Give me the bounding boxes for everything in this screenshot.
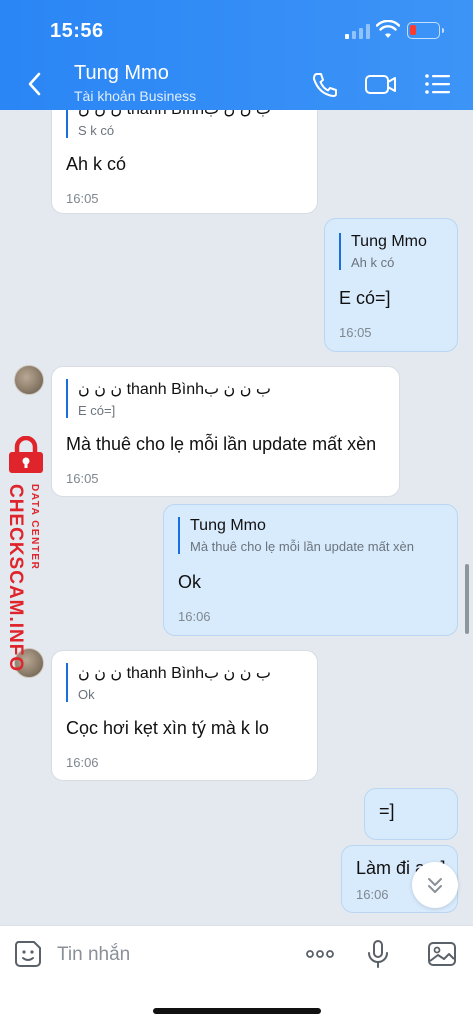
video-call-icon[interactable]	[364, 70, 398, 98]
watermark-sub-text: DATA CENTER	[29, 484, 40, 571]
quote-text: Ah k có	[351, 255, 395, 270]
quote-text: Ok	[78, 687, 95, 702]
message-list[interactable]: ن ن ن thanh Bìnhب ن ن ب S k có Ah k có 1…	[0, 110, 473, 925]
outgoing-message[interactable]: Tung Mmo Mà thuê cho lẹ mỗi lần update m…	[163, 504, 458, 636]
quote-sender: ن ن ن thanh Bìnhب ن ن ب	[78, 381, 271, 398]
message-time: 16:06	[66, 755, 99, 770]
reply-quote[interactable]: ن ن ن thanh Bìnhب ن ن ب E có=]	[66, 379, 385, 418]
incoming-message[interactable]: ن ن ن thanh Bìnhب ن ن ب Ok Cọc hơi kẹt x…	[51, 650, 318, 781]
phone-call-icon[interactable]	[310, 70, 340, 98]
status-time: 15:56	[50, 20, 104, 42]
quote-sender: Tung Mmo	[351, 233, 427, 250]
message-text: Ok	[178, 572, 202, 592]
sender-avatar[interactable]	[14, 365, 44, 395]
message-text: =]	[379, 801, 395, 821]
reply-quote[interactable]: Tung Mmo Mà thuê cho lẹ mỗi lần update m…	[178, 517, 443, 554]
message-text: Cọc hơi kẹt xìn tý mà k lo	[66, 718, 269, 738]
chat-header: 15:56 Tung Mmo Tài khoản Business	[0, 0, 473, 110]
back-arrow-icon[interactable]	[24, 70, 46, 98]
outgoing-message[interactable]: Tung Mmo Ah k có E có=] 16:05	[324, 218, 458, 352]
quote-text: Mà thuê cho lẹ mỗi lần update mất xèn	[190, 539, 415, 554]
message-text: E có=]	[339, 288, 391, 308]
lock-icon	[9, 436, 43, 473]
message-input-bar: Tin nhắn	[0, 925, 473, 1024]
watermark: CHECKSCAM.INFO DATA CENTER	[0, 436, 52, 676]
reply-quote[interactable]: ن ن ن thanh Bìnhب ن ن ب Ok	[66, 663, 303, 702]
message-time: 16:05	[66, 191, 99, 206]
quote-sender: ن ن ن thanh Bìnhب ن ن ب	[78, 665, 271, 682]
quote-text: S k có	[78, 123, 115, 138]
message-text: Mà thuê cho lẹ mỗi lần update mất xèn	[66, 434, 377, 454]
reply-quote[interactable]: ن ن ن thanh Bìnhب ن ن ب S k có	[66, 110, 303, 138]
quote-sender: ن ن ن thanh Bìnhب ن ن ب	[78, 110, 303, 119]
image-gallery-icon[interactable]	[426, 938, 458, 970]
scroll-to-bottom-button[interactable]	[412, 862, 458, 908]
battery-icon	[407, 22, 444, 39]
chat-title-block[interactable]: Tung Mmo Tài khoản Business	[74, 62, 196, 104]
watermark-main-text: CHECKSCAM.INFO	[5, 484, 26, 673]
menu-list-icon[interactable]	[423, 70, 453, 98]
scrollbar[interactable]	[465, 564, 469, 634]
quote-sender: Tung Mmo	[190, 517, 266, 534]
message-time: 16:05	[339, 325, 372, 340]
microphone-icon[interactable]	[362, 938, 394, 970]
wifi-icon	[376, 20, 400, 38]
cellular-signal-icon	[345, 23, 371, 39]
incoming-message[interactable]: ن ن ن thanh Bìnhب ن ن ب E có=] Mà thuê c…	[51, 366, 400, 497]
home-indicator	[153, 1008, 321, 1014]
incoming-message[interactable]: ن ن ن thanh Bìnhب ن ن ب S k có Ah k có 1…	[51, 110, 318, 214]
message-time: 16:05	[66, 471, 99, 486]
message-input[interactable]: Tin nhắn	[57, 944, 130, 966]
chat-subtitle: Tài khoản Business	[74, 88, 197, 104]
outgoing-message[interactable]: =]	[364, 788, 458, 840]
quote-text: E có=]	[78, 403, 116, 418]
sticker-icon[interactable]	[12, 938, 44, 970]
message-text: Ah k có	[66, 154, 127, 174]
chat-title: Tung Mmo	[74, 62, 169, 84]
status-bar: 15:56	[0, 0, 473, 60]
more-options-icon[interactable]	[304, 938, 336, 970]
message-time: 16:06	[178, 609, 211, 624]
reply-quote[interactable]: Tung Mmo Ah k có	[339, 233, 443, 270]
double-chevron-down-icon	[428, 878, 442, 893]
